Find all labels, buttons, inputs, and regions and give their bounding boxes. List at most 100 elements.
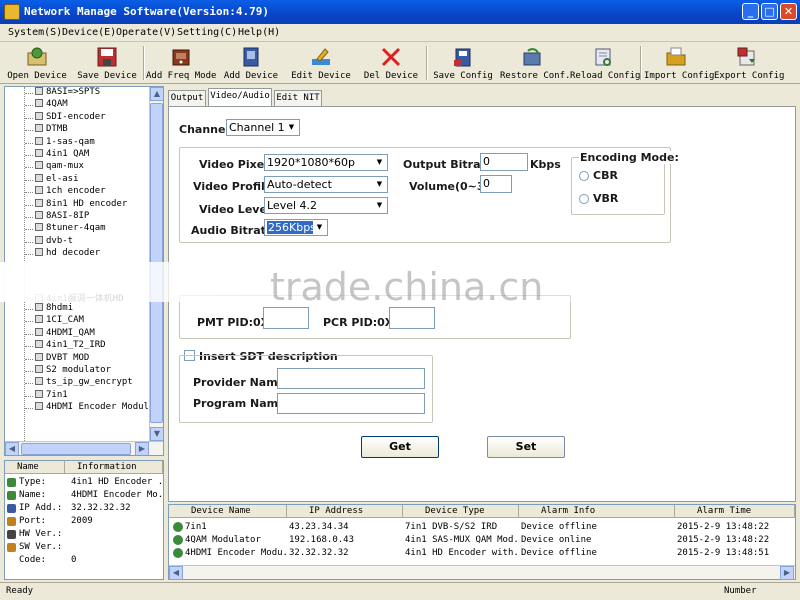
program-name-input[interactable] bbox=[277, 393, 425, 414]
tree-hscroll-thumb[interactable] bbox=[21, 443, 131, 455]
device-icon bbox=[35, 186, 43, 195]
tree-item[interactable]: 8ASI-8IP bbox=[24, 211, 89, 223]
menu-help[interactable]: Help(H) bbox=[238, 27, 280, 38]
col-device-name[interactable]: Device Name bbox=[169, 505, 287, 518]
col-ip-address[interactable]: IP Address bbox=[287, 505, 403, 518]
tree-horizontal-scrollbar[interactable]: ◀ ▶ bbox=[5, 441, 163, 455]
save-config-button[interactable]: Save Config bbox=[432, 44, 494, 84]
tree-item[interactable]: 4in1 QAM bbox=[24, 149, 90, 161]
tree-item[interactable]: dvb-t bbox=[24, 235, 73, 248]
del-device-button[interactable]: Del Device bbox=[362, 44, 420, 84]
channel-select[interactable]: Channel 1 ▼ bbox=[226, 119, 300, 136]
tree-item[interactable]: 4in1_T2_IRD bbox=[25, 340, 106, 352]
tree-item[interactable]: hd decoder bbox=[24, 248, 100, 260]
scroll-down-icon[interactable]: ▼ bbox=[150, 427, 163, 441]
scroll-right-icon[interactable]: ▶ bbox=[135, 442, 149, 455]
set-button[interactable]: Set bbox=[487, 436, 565, 458]
device-icon bbox=[35, 327, 43, 336]
tree-item[interactable]: 1-sas-qam bbox=[25, 136, 95, 149]
device-row-cell[interactable]: 32.32.32.32 bbox=[289, 547, 401, 560]
device-row-cell[interactable]: 4in1 SAS-MUX QAM Mod... bbox=[405, 534, 517, 547]
tree-item[interactable]: 8ASI=>SPTS bbox=[24, 87, 100, 99]
menu-device[interactable]: Device(E) bbox=[62, 27, 116, 38]
import-config-button[interactable]: Import Config bbox=[644, 44, 714, 84]
video-profile-select[interactable]: Auto-detect ▼ bbox=[264, 176, 388, 193]
scroll-left-icon[interactable]: ◀ bbox=[169, 566, 183, 580]
device-row-cell[interactable]: Device offline bbox=[521, 521, 673, 534]
minimize-button[interactable]: _ bbox=[742, 3, 759, 20]
device-list-scrollbar[interactable]: ◀ ▶ bbox=[169, 565, 795, 580]
chevron-down-icon: ▼ bbox=[313, 221, 326, 234]
device-row-cell[interactable]: 7in1 bbox=[185, 521, 287, 534]
device-row-cell[interactable]: 2015-2-9 13:48:22 bbox=[677, 521, 793, 534]
reload-config-button[interactable]: Reload Config bbox=[570, 44, 640, 84]
device-row-cell[interactable]: 192.168.0.43 bbox=[289, 534, 401, 547]
scroll-up-icon[interactable]: ▲ bbox=[150, 87, 163, 101]
open-device-button[interactable]: Open Device bbox=[6, 44, 68, 84]
scroll-left-icon[interactable]: ◀ bbox=[5, 442, 19, 455]
pcr-pid-input[interactable] bbox=[389, 307, 435, 329]
tree-item[interactable]: 4QAM bbox=[25, 99, 68, 111]
cbr-radio[interactable] bbox=[579, 171, 589, 181]
get-button[interactable]: Get bbox=[361, 436, 439, 458]
tree-item-label: 4in1 QAM bbox=[46, 149, 90, 159]
tab-edit-nit[interactable]: Edit NIT bbox=[274, 90, 322, 106]
device-row-cell[interactable]: 2015-2-9 13:48:51 bbox=[677, 547, 793, 560]
tree-item[interactable]: DTMB bbox=[25, 124, 68, 136]
device-row-cell[interactable]: Device offline bbox=[521, 547, 673, 560]
tree-item[interactable]: 8tuner-4qam bbox=[25, 223, 106, 235]
tree-item[interactable]: 7in1 bbox=[25, 389, 68, 402]
device-row-cell[interactable]: 4QAM Modulator bbox=[185, 534, 287, 547]
device-icon bbox=[35, 111, 43, 120]
tree-item[interactable]: 4HDMI Encoder Modulat bbox=[25, 402, 160, 414]
scroll-right-icon[interactable]: ▶ bbox=[780, 566, 794, 580]
device-icon bbox=[35, 211, 43, 219]
provider-name-input[interactable] bbox=[277, 368, 425, 389]
audio-bitrate-select[interactable]: 256Kbps ▼ bbox=[264, 219, 328, 236]
col-alarm-time[interactable]: Alarm Time bbox=[675, 505, 795, 518]
close-button[interactable]: ✕ bbox=[780, 3, 797, 20]
device-row-cell[interactable]: Device online bbox=[521, 534, 673, 547]
vbr-radio[interactable] bbox=[579, 194, 589, 204]
device-row-cell[interactable]: 4HDMI Encoder Modu... bbox=[185, 547, 287, 560]
maximize-button[interactable]: □ bbox=[761, 3, 778, 20]
device-row-cell[interactable]: 7in1 DVB-S/S2 IRD bbox=[405, 521, 517, 534]
tree-item[interactable]: 4HDMI_QAM bbox=[25, 327, 95, 340]
volume-input[interactable]: 0 bbox=[480, 175, 512, 193]
tree-item[interactable]: 1ch encoder bbox=[25, 186, 106, 198]
tab-output[interactable]: Output bbox=[168, 90, 206, 106]
export-config-button[interactable]: Export Config bbox=[714, 44, 784, 84]
add-device-button[interactable]: Add Device bbox=[222, 44, 280, 84]
tree-item[interactable]: SDI-encoder bbox=[25, 111, 106, 124]
info-header-name[interactable]: Name bbox=[5, 461, 65, 474]
output-bitrate-input[interactable]: 0 bbox=[480, 153, 528, 171]
device-row-cell[interactable]: 43.23.34.34 bbox=[289, 521, 401, 534]
device-icon bbox=[35, 87, 43, 95]
menu-operate[interactable]: Operate(V) bbox=[116, 27, 176, 38]
add-freq-mode-button[interactable]: Add Freq Mode bbox=[146, 44, 216, 84]
restore-config-button[interactable]: Restore Conf. bbox=[500, 44, 570, 84]
tree-item[interactable]: S2 modulator bbox=[24, 365, 111, 377]
tree-item[interactable]: ts_ip_gw_encrypt bbox=[25, 377, 133, 389]
tree-item[interactable]: qam-mux bbox=[25, 161, 84, 173]
pmt-pid-input[interactable] bbox=[263, 307, 309, 329]
menu-setting[interactable]: Setting(C) bbox=[177, 27, 237, 38]
device-row-cell[interactable]: 2015-2-9 13:48:22 bbox=[677, 534, 793, 547]
menu-system[interactable]: System(S) bbox=[8, 27, 62, 38]
col-device-type[interactable]: Device Type bbox=[403, 505, 519, 518]
tree-item[interactable]: 1CI_CAM bbox=[25, 315, 84, 327]
tree-item[interactable]: 8hdmi bbox=[24, 303, 73, 315]
tree-item[interactable]: el-asi bbox=[25, 173, 79, 186]
tab-video-audio[interactable]: Video/Audio bbox=[208, 88, 272, 106]
device-row-cell[interactable]: 4in1 HD Encoder with... bbox=[405, 547, 517, 560]
add-device-icon bbox=[243, 47, 259, 67]
tree-item[interactable]: DVBT MOD bbox=[24, 352, 89, 365]
save-device-button[interactable]: Save Device bbox=[76, 44, 138, 84]
col-alarm-info[interactable]: Alarm Info bbox=[519, 505, 675, 518]
info-header-information[interactable]: Information bbox=[65, 461, 163, 474]
video-level-select[interactable]: Level 4.2 ▼ bbox=[264, 197, 388, 214]
tree-item[interactable]: 8in1 HD encoder bbox=[24, 198, 127, 211]
export-config-icon bbox=[737, 47, 755, 66]
video-pixel-select[interactable]: 1920*1080*60p ▼ bbox=[264, 154, 388, 171]
edit-device-button[interactable]: Edit Device bbox=[288, 44, 354, 84]
